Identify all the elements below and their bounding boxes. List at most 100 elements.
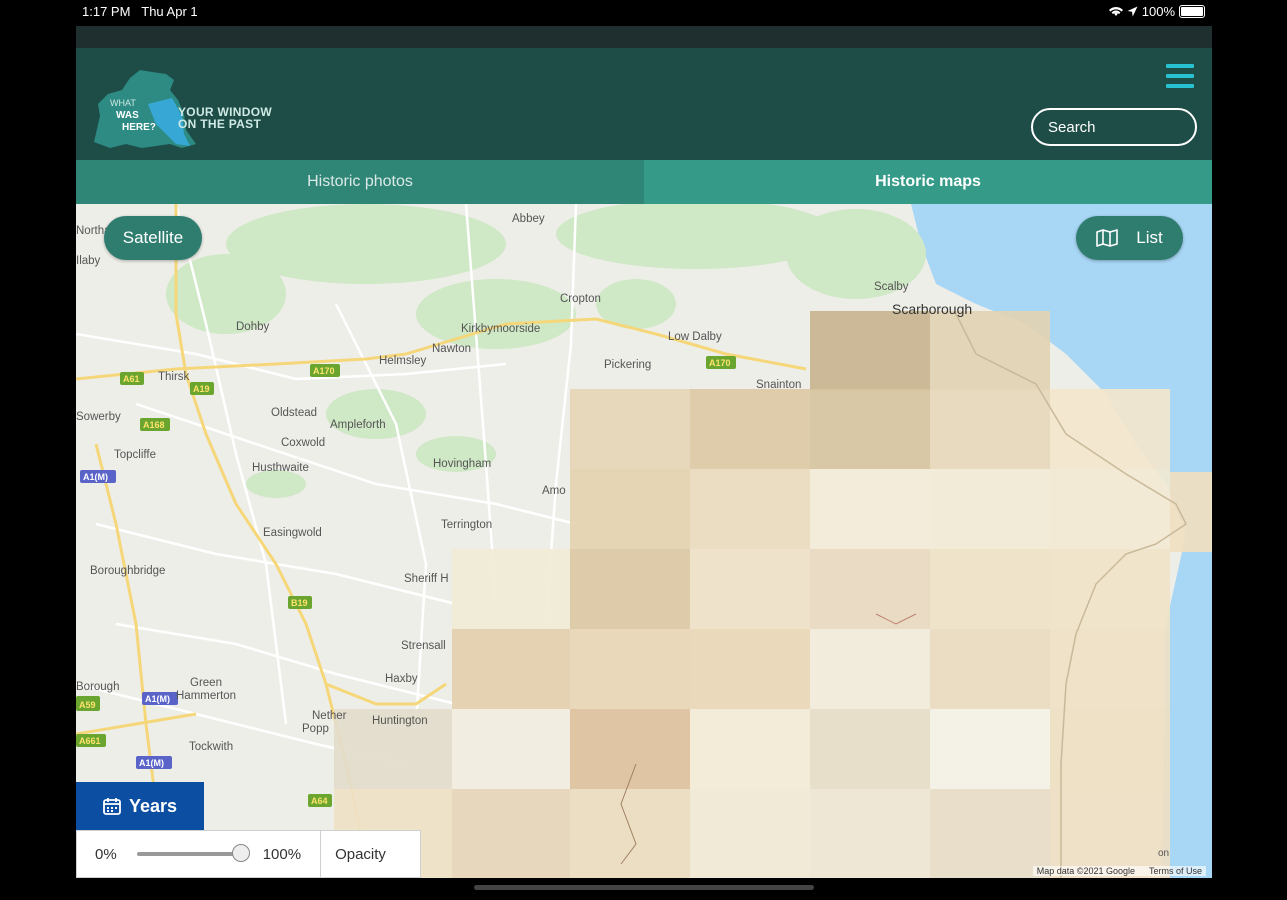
- map-tile[interactable]: [930, 789, 1050, 878]
- place-label: Cropton: [560, 293, 601, 305]
- map-tile[interactable]: [690, 469, 810, 549]
- svg-text:A61: A61: [123, 374, 140, 384]
- map-tile[interactable]: [810, 389, 930, 469]
- map-tile[interactable]: [690, 709, 810, 789]
- satellite-button[interactable]: Satellite: [104, 216, 202, 260]
- map-tile[interactable]: [570, 469, 690, 549]
- map-tile[interactable]: [690, 789, 810, 878]
- road-shield: A64: [308, 794, 332, 807]
- tagline: YOUR WINDOW ON THE PAST: [178, 106, 272, 130]
- road-shield: A170: [706, 356, 736, 369]
- place-label: Coxwold: [281, 437, 325, 449]
- map-tile[interactable]: [570, 549, 690, 629]
- place-label: Dohby: [236, 321, 269, 333]
- battery-percent: 100%: [1141, 4, 1175, 19]
- road-shield: A1(M): [136, 756, 172, 769]
- map-tile[interactable]: [810, 629, 930, 709]
- map-tile[interactable]: [930, 629, 1050, 709]
- map-tile[interactable]: [930, 389, 1050, 469]
- tagline-line-2: ON THE PAST: [178, 117, 262, 131]
- map-tile[interactable]: [1050, 629, 1170, 709]
- svg-text:A59: A59: [79, 700, 96, 710]
- map-tile[interactable]: [452, 709, 570, 789]
- place-label: Topcliffe: [114, 449, 156, 461]
- opacity-button-label: Opacity: [335, 845, 386, 863]
- map-tile[interactable]: [570, 709, 690, 789]
- map-tile[interactable]: [690, 549, 810, 629]
- map-tile[interactable]: [570, 629, 690, 709]
- map-tile[interactable]: [930, 311, 1050, 391]
- place-label: Husthwaite: [252, 462, 309, 474]
- road-shield: A168: [140, 418, 170, 431]
- svg-text:A64: A64: [311, 796, 328, 806]
- map-icon: [1096, 229, 1119, 247]
- place-label: Amo: [542, 485, 566, 497]
- map-tile[interactable]: [1050, 389, 1170, 469]
- location-arrow-icon: [1127, 6, 1138, 17]
- logo-word-was: WAS: [116, 110, 139, 121]
- map-tile[interactable]: [690, 389, 810, 469]
- map-tile[interactable]: [810, 549, 930, 629]
- top-strip: [76, 26, 1212, 48]
- map-tile[interactable]: [1050, 469, 1170, 549]
- map-tile[interactable]: [810, 709, 930, 789]
- map-corner-text: on: [1158, 848, 1170, 859]
- place-label: Kirkbymoorside: [461, 323, 540, 335]
- place-label: Green Hammerton: [176, 677, 236, 702]
- place-label: Hovingham: [433, 458, 491, 470]
- logo-word-here: HERE?: [122, 122, 156, 133]
- map-tile[interactable]: [570, 389, 690, 469]
- calendar-icon: [103, 798, 121, 815]
- map-tile[interactable]: [1050, 549, 1170, 629]
- tab-bar: Historic photos Historic maps: [76, 160, 1212, 204]
- road-shield: A170: [310, 364, 340, 377]
- map-tile[interactable]: [1170, 472, 1212, 552]
- map-tile[interactable]: [1050, 789, 1170, 878]
- tab-historic-photos[interactable]: Historic photos: [76, 160, 644, 204]
- road-shield: A661: [76, 734, 106, 747]
- map-tile[interactable]: [810, 469, 930, 549]
- map-tile[interactable]: [570, 789, 690, 878]
- list-button[interactable]: List: [1076, 216, 1183, 260]
- opacity-bar: 0% 100% Opacity: [76, 830, 421, 878]
- wifi-icon: [1108, 7, 1123, 16]
- home-indicator: [474, 885, 814, 890]
- road-shield: A1(M): [80, 470, 116, 483]
- map-tile[interactable]: [930, 709, 1050, 789]
- svg-text:A170: A170: [313, 366, 335, 376]
- place-label: Low Dalby: [668, 331, 722, 343]
- opacity-slider-thumb[interactable]: [231, 844, 250, 862]
- tab-historic-maps[interactable]: Historic maps: [644, 160, 1212, 204]
- search-input[interactable]: [1031, 108, 1197, 146]
- svg-text:B19: B19: [291, 598, 308, 608]
- road-shield: B19: [288, 596, 312, 609]
- terms-link[interactable]: Terms of Use: [1149, 866, 1202, 876]
- svg-text:A168: A168: [143, 420, 165, 430]
- status-time: 1:17 PM Thu Apr 1: [82, 4, 198, 19]
- map-tile[interactable]: [810, 311, 930, 391]
- svg-text:A1(M): A1(M): [139, 758, 164, 768]
- opacity-button[interactable]: Opacity: [320, 831, 400, 877]
- place-label: Borough: [76, 681, 119, 693]
- place-label: Sowerby: [76, 411, 121, 423]
- list-button-label: List: [1136, 228, 1163, 247]
- map-tile[interactable]: [452, 549, 570, 629]
- map-canvas[interactable]: A61 A19 A170 A170 A168 A1(M) B19 A1(M) A1(M) A59 A…: [76, 204, 1212, 878]
- map-tile[interactable]: [452, 629, 570, 709]
- opacity-slider[interactable]: [136, 844, 250, 862]
- place-label: Nawton: [432, 343, 471, 355]
- road-shield: A19: [190, 382, 214, 395]
- place-label: Haxby: [385, 673, 418, 685]
- map-tile[interactable]: [690, 629, 810, 709]
- map-tile[interactable]: [930, 549, 1050, 629]
- map-tile[interactable]: [810, 789, 930, 878]
- map-view[interactable]: A61 A19 A170 A170 A168 A1(M) B19 A1(M) A1(M) A59 A…: [76, 204, 1212, 878]
- map-tile[interactable]: [1050, 709, 1170, 789]
- map-tile[interactable]: [452, 789, 570, 878]
- menu-icon[interactable]: [1166, 64, 1194, 94]
- place-label: Boroughbridge: [90, 565, 165, 577]
- place-label: Ampleforth: [330, 419, 386, 431]
- years-button[interactable]: Years: [76, 782, 204, 830]
- historic-map-tiles[interactable]: [334, 311, 1212, 878]
- map-tile[interactable]: [930, 469, 1050, 549]
